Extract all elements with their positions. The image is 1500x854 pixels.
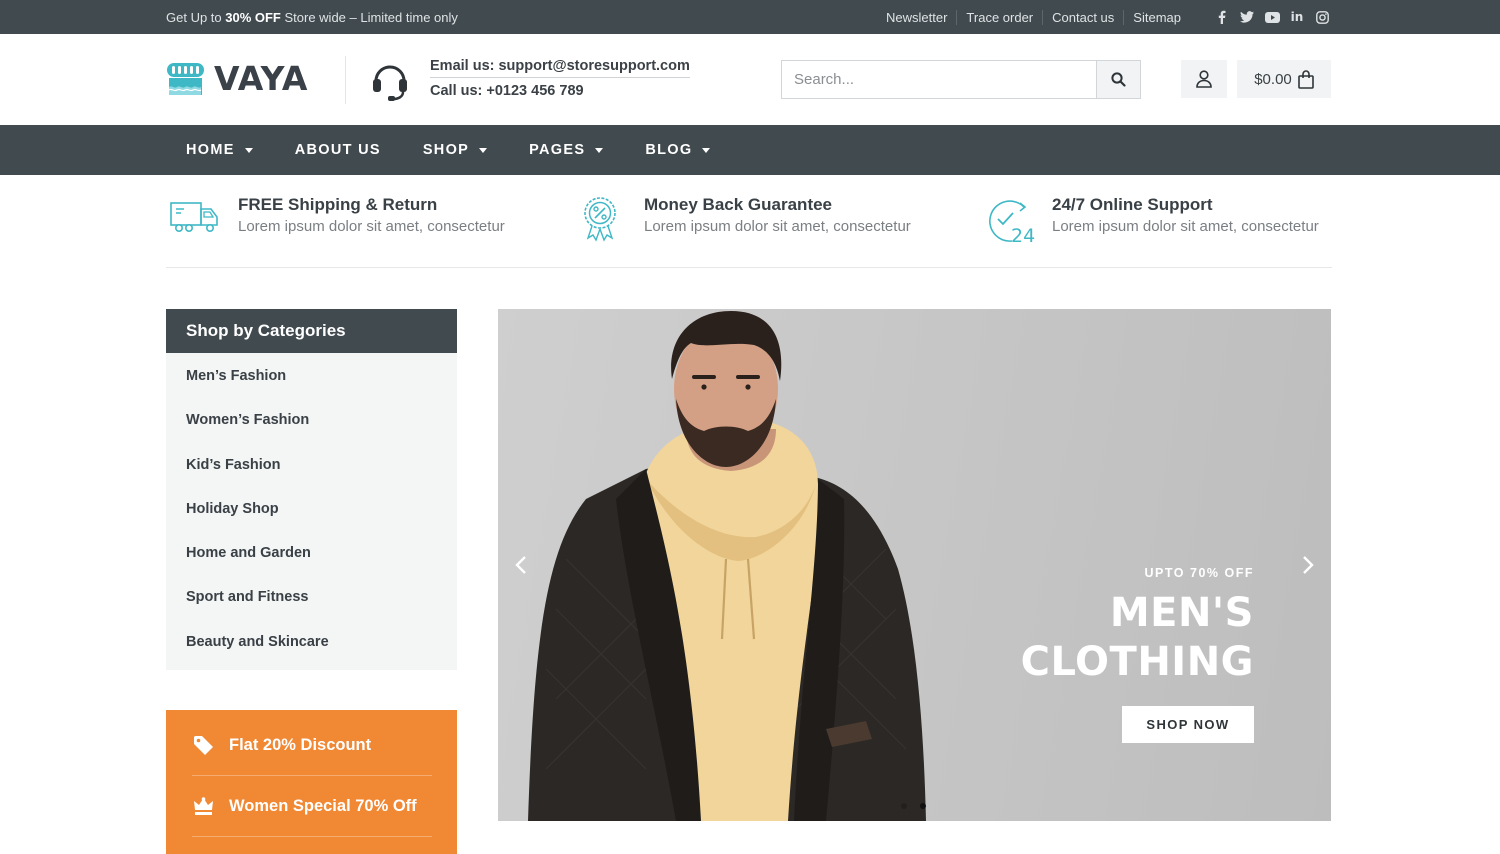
promo-prefix: Get Up to xyxy=(166,10,226,25)
chevron-down-icon xyxy=(479,147,488,153)
feature-money-back: Money Back Guarantee Lorem ipsum dolor s… xyxy=(578,195,911,245)
category-beauty-and-skincare[interactable]: Beauty and Skincare xyxy=(186,619,457,663)
store-logo-icon xyxy=(167,62,204,95)
twitter-icon[interactable] xyxy=(1239,9,1255,25)
feature-strip: FREE Shipping & Return Lorem ipsum dolor… xyxy=(166,190,1332,268)
brand-name: VAYA xyxy=(214,59,308,98)
nav-blog-label: BLOG xyxy=(645,142,693,158)
search-button[interactable] xyxy=(1096,61,1140,98)
feature-shipping: FREE Shipping & Return Lorem ipsum dolor… xyxy=(168,195,505,239)
slider-dots xyxy=(901,803,926,809)
feature-shipping-subtitle: Lorem ipsum dolor sit amet, consectetur xyxy=(238,218,505,235)
cart-button[interactable]: $0.00 xyxy=(1237,60,1331,98)
category-kids-fashion[interactable]: Kid’s Fashion xyxy=(186,442,457,486)
youtube-icon[interactable] xyxy=(1264,9,1280,25)
hero-headline-line1: MEN'S xyxy=(1109,590,1254,636)
slider-dot-2[interactable] xyxy=(920,803,926,809)
chevron-down-icon xyxy=(244,147,253,153)
category-holiday-shop[interactable]: Holiday Shop xyxy=(186,486,457,530)
promo-text: Get Up to 30% OFF Store wide – Limited t… xyxy=(166,10,458,25)
hero-headline-line2: CLOTHING xyxy=(1020,639,1254,685)
contact-phone[interactable]: Call us: +0123 456 789 xyxy=(430,83,690,99)
nav-home[interactable]: HOME xyxy=(186,142,253,158)
nav-pages-label: PAGES xyxy=(529,142,586,158)
search-input[interactable] xyxy=(782,61,1096,98)
slider-dot-1[interactable] xyxy=(901,803,907,809)
svg-text:24: 24 xyxy=(1011,225,1035,245)
feature-shipping-title: FREE Shipping & Return xyxy=(238,195,438,214)
truck-icon xyxy=(170,202,218,232)
category-womens-fashion[interactable]: Women’s Fashion xyxy=(186,397,457,441)
main-nav: HOME ABOUT US SHOP PAGES BLOG xyxy=(0,125,1500,175)
promo-women-special[interactable]: Women Special 70% Off xyxy=(192,776,432,837)
promo-suffix: Store wide – Limited time only xyxy=(280,10,458,25)
support-24-icon: 24 xyxy=(989,200,1035,245)
top-bar: Get Up to 30% OFF Store wide – Limited t… xyxy=(0,0,1500,34)
contact-email[interactable]: Email us: support@storesupport.com xyxy=(430,58,690,78)
category-panel-title: Shop by Categories xyxy=(166,309,457,353)
category-sport-and-fitness[interactable]: Sport and Fitness xyxy=(186,574,457,618)
logo[interactable]: VAYA xyxy=(166,59,308,98)
account-button[interactable] xyxy=(1181,60,1227,98)
hero-headline: MEN'S CLOTHING xyxy=(1021,589,1254,687)
link-trace-order[interactable]: Trace order xyxy=(956,10,1042,25)
slider-next-button[interactable] xyxy=(1298,553,1318,577)
link-newsletter[interactable]: Newsletter xyxy=(877,10,956,25)
feature-money-back-subtitle: Lorem ipsum dolor sit amet, consectetur xyxy=(644,218,911,235)
nav-blog[interactable]: BLOG xyxy=(645,142,711,158)
facebook-icon[interactable] xyxy=(1214,9,1230,25)
nav-pages[interactable]: PAGES xyxy=(529,142,604,158)
site-header: VAYA Email us: support@storesupport.com … xyxy=(0,34,1500,125)
crown-icon xyxy=(192,797,214,816)
headset-icon xyxy=(369,59,411,106)
top-links: Newsletter Trace order Contact us Sitema… xyxy=(877,10,1190,25)
nav-about-us-label: ABOUT US xyxy=(294,142,381,158)
shop-now-button[interactable]: SHOP NOW xyxy=(1122,706,1254,743)
nav-shop-label: SHOP xyxy=(422,142,470,158)
chevron-down-icon xyxy=(595,147,604,153)
feature-support-subtitle: Lorem ipsum dolor sit amet, consectetur xyxy=(1052,218,1319,235)
hero-kicker: UPTO 70% OFF xyxy=(1144,566,1254,580)
cart-total: $0.00 xyxy=(1254,70,1292,88)
category-home-and-garden[interactable]: Home and Garden xyxy=(186,530,457,574)
promo-divider xyxy=(192,836,432,837)
page: Get Up to 30% OFF Store wide – Limited t… xyxy=(0,0,1500,854)
nav-about-us[interactable]: ABOUT US xyxy=(295,142,381,158)
badge-percent-icon xyxy=(584,197,616,242)
search-icon xyxy=(1111,72,1126,87)
chevron-left-icon xyxy=(515,556,526,574)
promo-box: Flat 20% Discount Women Special 70% Off xyxy=(166,710,457,854)
category-panel: Shop by Categories Men’s Fashion Women’s… xyxy=(166,309,457,670)
nav-shop[interactable]: SHOP xyxy=(422,142,488,158)
feature-support-title: 24/7 Online Support xyxy=(1052,195,1213,214)
hero-model-image xyxy=(528,311,926,821)
instagram-icon[interactable] xyxy=(1314,9,1330,25)
shopping-bag-icon xyxy=(1297,69,1314,89)
nav-home-label: HOME xyxy=(186,142,235,158)
search-bar xyxy=(781,60,1141,99)
promo-flat-discount[interactable]: Flat 20% Discount xyxy=(192,715,432,776)
chevron-down-icon xyxy=(702,147,711,153)
category-mens-fashion[interactable]: Men’s Fashion xyxy=(186,353,457,397)
linkedin-icon[interactable]: in xyxy=(1289,9,1305,25)
hero-slider: UPTO 70% OFF MEN'S CLOTHING SHOP NOW xyxy=(498,309,1331,821)
promo-women-special-label: Women Special 70% Off xyxy=(229,797,417,815)
tag-icon xyxy=(192,735,214,756)
feature-support: 24 24/7 Online Support Lorem ipsum dolor… xyxy=(984,195,1319,245)
slider-prev-button[interactable] xyxy=(511,553,531,577)
chevron-right-icon xyxy=(1303,556,1314,574)
header-divider xyxy=(345,56,346,104)
promo-flat-discount-label: Flat 20% Discount xyxy=(229,736,372,754)
contact-info: Email us: support@storesupport.com Call … xyxy=(430,58,690,99)
feature-money-back-title: Money Back Guarantee xyxy=(644,195,833,214)
user-icon xyxy=(1196,70,1212,88)
link-sitemap[interactable]: Sitemap xyxy=(1123,10,1190,25)
social-links: in xyxy=(1214,9,1330,25)
link-contact-us[interactable]: Contact us xyxy=(1042,10,1123,25)
promo-highlight: 30% OFF xyxy=(225,10,281,25)
